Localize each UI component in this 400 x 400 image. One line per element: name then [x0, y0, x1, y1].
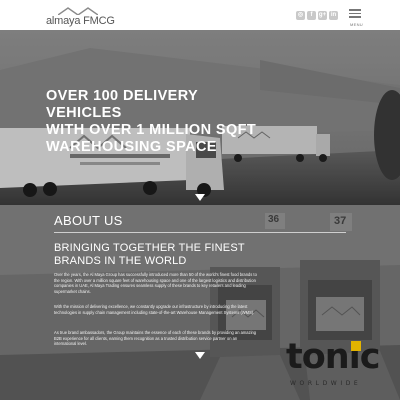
menu-bar-icon — [349, 12, 361, 14]
menu-label: MENU — [350, 22, 363, 27]
hero-title: OVER 100 DELIVERY VEHICLES WITH OVER 1 M… — [46, 88, 276, 156]
hero-title-line: OVER 100 DELIVERY VEHICLES — [46, 88, 198, 121]
logo-roof-icon — [58, 7, 98, 15]
tonic-logo-accent-icon — [351, 341, 361, 351]
logo-text: almaya FMCG — [46, 15, 115, 27]
tonic-logo-word: tonic — [286, 337, 380, 377]
tonic-worldwide-logo: tonic WORLDWIDE — [282, 337, 392, 397]
about-paragraph: Over the years, the Al Maya Group has su… — [54, 272, 257, 294]
about-paragraph: As true brand ambassadors, the Group mai… — [54, 330, 257, 346]
hero-title-line: WAREHOUSING SPACE — [46, 139, 217, 155]
dock-number: 36 — [268, 214, 280, 225]
google-plus-glyph: g+ — [318, 12, 327, 18]
menu-bar-icon — [349, 16, 361, 18]
instagram-icon[interactable]: ◎ — [296, 11, 305, 20]
tonic-logo-subtitle: WORLDWIDE — [290, 380, 362, 387]
dock-number: 37 — [334, 215, 347, 227]
section-divider — [54, 232, 346, 233]
facebook-icon[interactable]: f — [307, 11, 316, 20]
about-subheading: BRINGING TOGETHER THE FINEST BRANDS IN T… — [54, 242, 284, 268]
site-header: almaya FMCG ◎ f g+ in ▶ MENU — [0, 0, 400, 30]
facebook-glyph: f — [310, 12, 313, 18]
instagram-glyph: ◎ — [297, 12, 304, 18]
linkedin-icon[interactable]: in — [329, 11, 338, 20]
hero-title-line: WITH OVER 1 MILLION SQFT — [46, 122, 257, 138]
google-plus-icon[interactable]: g+ — [318, 11, 327, 20]
scroll-down-arrow-icon[interactable] — [195, 194, 205, 201]
about-heading: ABOUT US — [54, 213, 123, 228]
hero-banner: OVER 100 DELIVERY VEHICLES WITH OVER 1 M… — [0, 30, 400, 205]
about-subheading-line: BRINGING TOGETHER THE FINEST — [54, 242, 245, 254]
hamburger-menu-button[interactable] — [349, 9, 361, 23]
about-subheading-line: BRANDS IN THE WORLD — [54, 255, 187, 267]
linkedin-glyph: in — [330, 12, 337, 18]
almaya-logo[interactable]: almaya FMCG — [46, 7, 115, 27]
menu-bar-icon — [349, 9, 361, 11]
about-paragraph: With the mission of delivering excellenc… — [54, 304, 255, 315]
scroll-down-arrow-icon[interactable] — [195, 352, 205, 359]
